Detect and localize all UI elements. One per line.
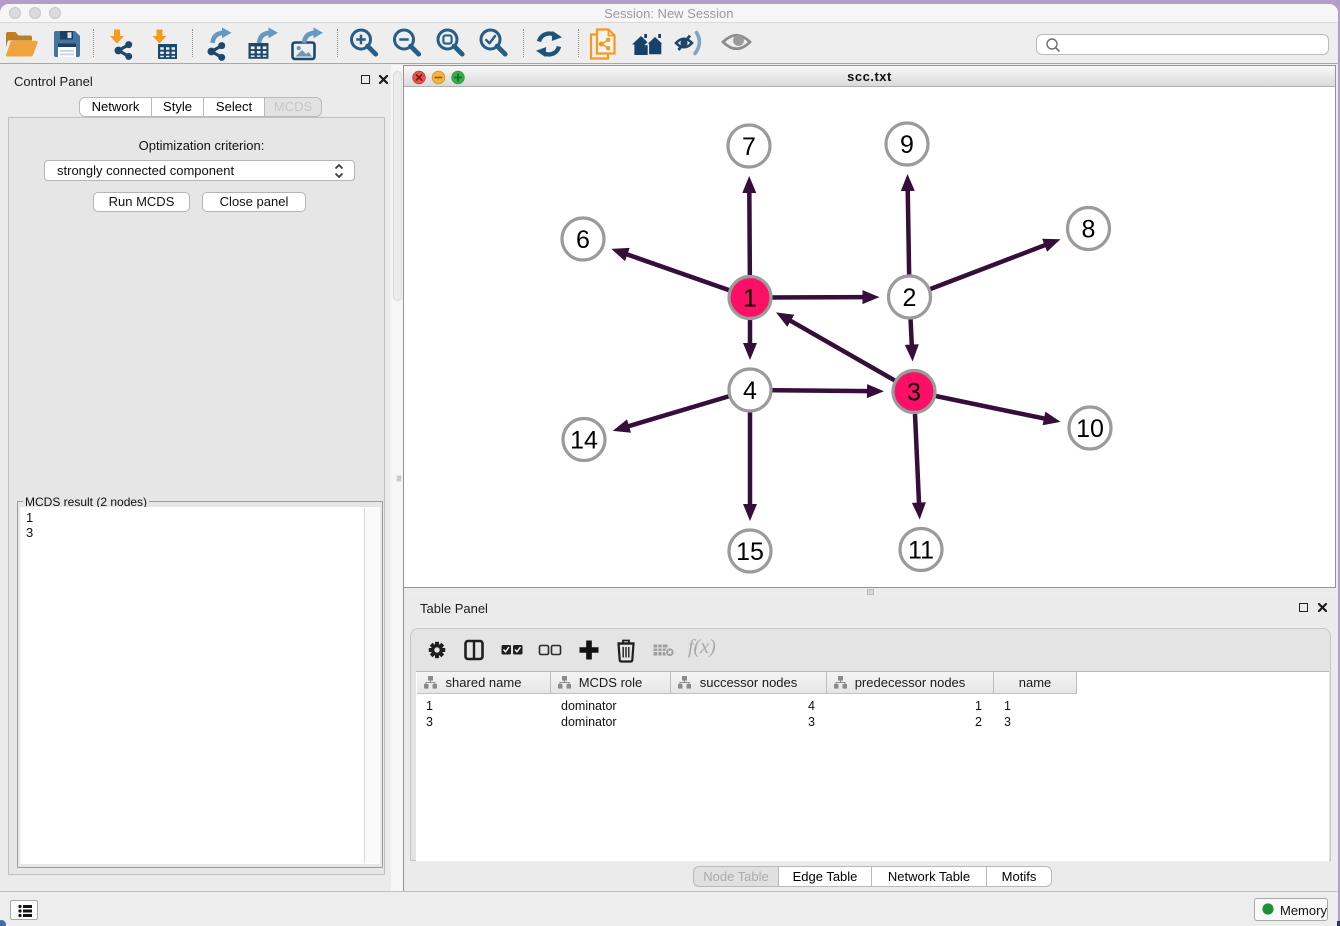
svg-text:2: 2 xyxy=(903,284,917,312)
svg-text:8: 8 xyxy=(1082,216,1096,244)
svg-text:11: 11 xyxy=(908,537,934,565)
svg-text:3: 3 xyxy=(907,379,921,407)
svg-text:15: 15 xyxy=(736,538,764,566)
svg-text:4: 4 xyxy=(743,377,757,405)
svg-text:6: 6 xyxy=(576,226,590,254)
svg-text:10: 10 xyxy=(1076,415,1104,443)
svg-text:14: 14 xyxy=(570,427,598,455)
svg-text:9: 9 xyxy=(900,131,914,159)
svg-text:1: 1 xyxy=(743,285,757,313)
svg-text:7: 7 xyxy=(742,133,756,161)
